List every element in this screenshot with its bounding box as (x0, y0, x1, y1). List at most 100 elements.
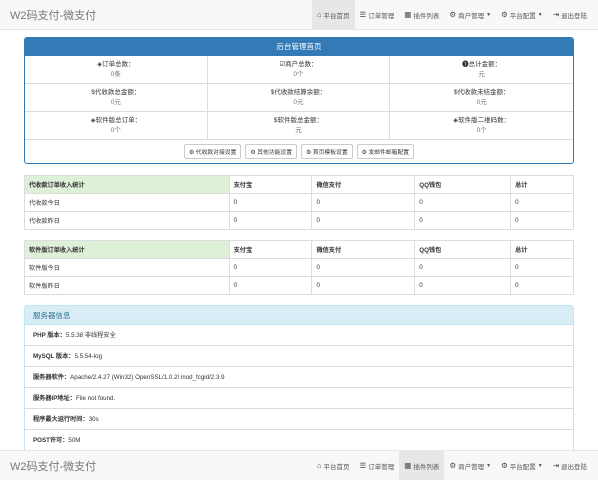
stat-cell: ◈订单总数： 0条 (25, 56, 208, 84)
column-header: 总计 (510, 175, 574, 194)
column-header: 代收款订单收入统计 (24, 175, 230, 194)
table-cell: 代收款昨日 (24, 211, 230, 230)
caret-down-icon: ▼ (537, 462, 543, 469)
column-header: 微信支付 (311, 240, 416, 259)
table-row: 代收款今日 0 0 0 0 (24, 193, 574, 212)
server-info-label: MySQL 版本： (33, 353, 75, 360)
server-info-row: 服务器IP地址：File not found. (25, 388, 573, 409)
gear-icon: ⚙ (501, 10, 508, 19)
nav-item-4[interactable]: ⚙ 平台配置 ▼ (496, 451, 548, 480)
server-info-label: 程序最大运行时间： (33, 416, 89, 423)
nav-item-label: 退出登陆 (561, 463, 587, 471)
daishou-income-table: 代收款订单收入统计 支付宝 微信支付 QQ钱包 总计 代收款今日 0 0 0 0 代收款昨日 0 0 0… (24, 175, 574, 230)
stat-label: ☑商户总数： (208, 59, 390, 70)
table-cell: 0 (228, 193, 313, 212)
stat-label: ◈订单总数： (25, 59, 207, 70)
brand-title[interactable]: W2码支付-微支付 (0, 7, 96, 23)
gear-icon: ⚙ (449, 461, 457, 470)
stat-label: $代收款总金额： (25, 87, 207, 98)
logout-icon: ⇥ (552, 461, 559, 470)
stat-label-text: 订单总数： (102, 61, 135, 68)
stat-label: $代收款未结金额： (390, 87, 573, 98)
settings-button[interactable]: ⚙ 发邮件邮箱配置 (356, 144, 415, 159)
server-info-value: 5.5.38 非线程安全 (65, 332, 116, 339)
logout-icon: ⇥ (552, 10, 559, 19)
stat-label: ❶总计金额： (390, 59, 573, 70)
grid-icon: ▦ (404, 461, 412, 470)
grid-icon: ▦ (404, 10, 412, 19)
table-cell: 软件版昨日 (24, 276, 230, 295)
nav-item-3[interactable]: ⚙ 商户管理 ▼ (444, 451, 496, 480)
nav-item-label: 平台配置 (509, 463, 536, 471)
brand-title[interactable]: W2码支付-微支付 (0, 458, 96, 474)
nav-item-2[interactable]: ▦ 插件列表 (399, 0, 444, 29)
nav-item-5[interactable]: ⇥ 退出登陆 (548, 451, 592, 480)
software-income-table: 软件版订单收入统计 支付宝 微信支付 QQ钱包 总计 软件版今日 0 0 0 0 软件版昨日 0 0 0… (24, 240, 574, 295)
nav-item-1[interactable]: ☰ 订单管理 (355, 0, 400, 29)
button-label: 代收款对接设置 (195, 150, 237, 156)
gear-icon: ⚙ (306, 150, 312, 156)
stat-value: 元 (478, 71, 485, 78)
caret-down-icon: ▼ (537, 11, 543, 18)
server-info-value: Apache/2.4.27 (Win32) OpenSSL/1.0.2l mod… (70, 374, 225, 381)
nav-item-label: 商户管理 (458, 463, 485, 471)
nav-item-label: 订单管理 (368, 463, 395, 471)
stat-label-text: 软件版总订单： (95, 117, 142, 124)
bottom-nav: ⌂ 平台首页 ☰ 订单管理 ▦ 插件列表 ⚙ 商户管理 ▼ ⚙ 平台配置 ▼ ⇥ 退出登陆 (312, 451, 598, 480)
table-cell: 0 (228, 258, 313, 277)
button-label: 发邮件邮箱配置 (368, 150, 410, 156)
server-info-label: 服务器软件： (33, 374, 71, 381)
stat-value: 0个 (110, 127, 121, 134)
stat-label-text: 商户总数： (285, 61, 318, 68)
table-row: 软件版昨日 0 0 0 0 (24, 276, 574, 295)
stat-label-text: 总计金额： (468, 61, 502, 68)
settings-buttons: ⚙ 代收款对接设置 ⚙ 其他功能设置 ⚙ 首页模板设置 ⚙ 发邮件邮箱配置 (25, 140, 573, 163)
nav-item-5[interactable]: ⇥ 退出登陆 (548, 0, 592, 29)
home-icon: ⌂ (316, 10, 322, 19)
nav-item-3[interactable]: ⚙ 商户管理 ▼ (444, 0, 496, 29)
bottom-navbar: W2码支付-微支付 ⌂ 平台首页 ☰ 订单管理 ▦ 插件列表 ⚙ 商户管理 ▼ ⚙ 平台配置 ▼ ⇥ 退出… (0, 450, 598, 480)
table-cell: 0 (414, 276, 512, 295)
column-header: 总计 (510, 240, 574, 259)
nav-item-label: 平台首页 (323, 12, 350, 20)
column-header: QQ钱包 (414, 240, 512, 259)
server-info-value: 50M (68, 437, 81, 444)
button-label: 其他功能设置 (257, 150, 292, 156)
table-cell: 0 (510, 276, 574, 295)
server-info-value: File not found. (75, 395, 116, 402)
table-row: 软件版今日 0 0 0 0 (24, 258, 574, 277)
column-header: 支付宝 (228, 175, 313, 194)
table-cell: 0 (311, 258, 416, 277)
nav-item-4[interactable]: ⚙ 平台配置 ▼ (496, 0, 548, 29)
table-cell: 0 (311, 276, 416, 295)
stat-label-text: 代收款未结金额： (457, 89, 510, 96)
stat-label: ◈软件版总订单： (25, 115, 207, 126)
home-icon: ⌂ (316, 461, 322, 470)
gear-icon: ⚙ (361, 150, 367, 156)
settings-button[interactable]: ⚙ 代收款对接设置 (183, 144, 242, 159)
table-header-row: 软件版订单收入统计 支付宝 微信支付 QQ钱包 总计 (24, 240, 574, 259)
column-header: QQ钱包 (414, 175, 512, 194)
column-header: 支付宝 (228, 240, 313, 259)
gear-icon: ⚙ (250, 150, 256, 156)
table-cell: 0 (311, 193, 416, 212)
stat-value: 0元 (476, 99, 487, 106)
nav-item-1[interactable]: ☰ 订单管理 (355, 451, 400, 480)
nav-item-label: 订单管理 (368, 12, 395, 20)
server-info-row: PHP 版本：5.5.38 非线程安全 (25, 325, 573, 346)
table-cell: 0 (311, 211, 416, 230)
settings-button[interactable]: ⚙ 其他功能设置 (245, 144, 297, 159)
table-cell: 软件版今日 (24, 258, 230, 277)
server-info-label: POST许可： (33, 437, 69, 444)
nav-item-0[interactable]: ⌂ 平台首页 (311, 0, 355, 29)
stat-value: 0个 (293, 71, 304, 78)
top-nav: ⌂ 平台首页 ☰ 订单管理 ▦ 插件列表 ⚙ 商户管理 ▼ ⚙ 平台配置 ▼ ⇥ 退出登陆 (311, 0, 598, 29)
table-cell: 0 (510, 211, 574, 230)
nav-item-0[interactable]: ⌂ 平台首页 (312, 451, 355, 480)
nav-item-label: 插件列表 (413, 12, 440, 20)
stat-cell: $代收款总金额： 0元 (25, 84, 208, 112)
nav-item-2[interactable]: ▦ 插件列表 (399, 451, 445, 480)
stat-label: ◈软件版二维码数： (390, 115, 573, 126)
stat-cell: ◈软件版二维码数： 0个 (390, 112, 573, 140)
settings-button[interactable]: ⚙ 首页模板设置 (301, 144, 353, 159)
